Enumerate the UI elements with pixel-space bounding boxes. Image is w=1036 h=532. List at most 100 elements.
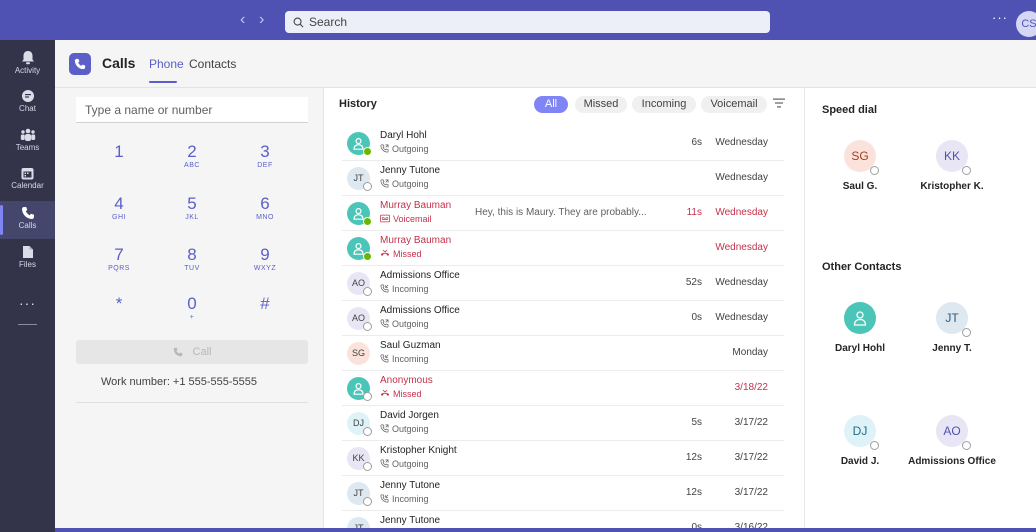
history-row[interactable]: JT Jenny Tutone Incoming 12s 3/17/22: [342, 476, 784, 511]
call-type: Outgoing: [380, 319, 429, 330]
filter-all[interactable]: All: [534, 96, 568, 113]
avatar-initials: SG: [851, 149, 869, 163]
offline-status-icon: [363, 427, 372, 436]
avatar-initials: KK: [943, 149, 960, 163]
history-row[interactable]: JT Jenny Tutone Outgoing Wednesday: [342, 161, 784, 196]
rail-label: Chat: [19, 104, 36, 113]
key-digit: *: [115, 294, 123, 313]
call-type-label: Outgoing: [392, 144, 429, 154]
offline-status-icon: [363, 497, 372, 506]
filter-voicemail[interactable]: Voicemail: [701, 96, 767, 113]
other-contact[interactable]: AO Admissions Office: [897, 415, 1007, 467]
rail-item-teams[interactable]: Teams: [0, 123, 55, 161]
call-date: Wednesday: [715, 277, 768, 288]
rail-item-files[interactable]: Files: [0, 240, 55, 278]
call-duration: 6s: [691, 137, 702, 148]
dial-number-input[interactable]: Type a name or number: [76, 97, 308, 123]
dial-key-7[interactable]: 7 PQRS: [99, 245, 139, 272]
filter-icon[interactable]: [773, 98, 785, 108]
phone-icon: [21, 207, 34, 219]
contact-avatar: KK: [936, 140, 971, 175]
call-type: Outgoing: [380, 424, 429, 435]
more-options-icon[interactable]: ···: [992, 10, 1008, 25]
key-digit: 0: [187, 294, 197, 313]
offline-status-icon: [363, 462, 372, 471]
call-type: Incoming: [380, 354, 429, 365]
call-type-label: Outgoing: [392, 319, 429, 329]
offline-status-icon: [363, 287, 372, 296]
contact-avatar: JT: [936, 302, 971, 337]
key-letters: DEF: [257, 162, 273, 169]
dial-key-5[interactable]: 5 JKL: [172, 194, 212, 221]
outgoing-call-icon: [380, 424, 389, 435]
filter-missed[interactable]: Missed: [575, 96, 627, 113]
rail-item-chat[interactable]: Chat: [0, 84, 55, 122]
call-duration: 52s: [685, 277, 702, 288]
title-bar: ‹ › Search ··· CS: [0, 0, 1036, 40]
history-row[interactable]: KK Kristopher Knight Outgoing 12s 3/17/22: [342, 441, 784, 476]
history-row[interactable]: Anonymous Missed 3/18/22: [342, 371, 784, 406]
user-avatar[interactable]: CS: [1016, 11, 1036, 37]
key-letters: ABC: [184, 162, 200, 169]
calls-header: Calls Phone Contacts: [55, 40, 1036, 88]
dial-key-star[interactable]: *: [99, 294, 139, 314]
history-row[interactable]: Daryl Hohl Outgoing 6s Wednesday: [342, 126, 784, 161]
dial-key-9[interactable]: 9 WXYZ: [245, 245, 285, 272]
dial-key-8[interactable]: 8 TUV: [172, 245, 212, 272]
filter-incoming[interactable]: Incoming: [632, 96, 696, 113]
back-arrow-icon[interactable]: ‹: [240, 10, 245, 30]
active-tab-indicator: [149, 81, 177, 83]
rail-item-calendar[interactable]: Calendar: [0, 162, 55, 200]
key-letters: +: [189, 314, 195, 321]
dial-key-hash[interactable]: #: [245, 294, 285, 314]
call-duration: 0s: [691, 312, 702, 323]
history-row[interactable]: AO Admissions Office Incoming 52s Wednesday: [342, 266, 784, 301]
rail-label: Calendar: [11, 181, 44, 190]
rail-label: Calls: [18, 221, 37, 230]
speed-dial-contact[interactable]: KK Kristopher K.: [897, 140, 1007, 192]
outgoing-call-icon: [380, 319, 389, 330]
dial-key-6[interactable]: 6 MNO: [245, 194, 285, 221]
dial-key-4[interactable]: 4 GHI: [99, 194, 139, 221]
call-history-panel: History All Missed Incoming Voicemail Da…: [325, 88, 803, 532]
incoming-call-icon: [380, 354, 389, 365]
tab-phone[interactable]: Phone: [149, 57, 184, 71]
dial-key-0[interactable]: 0 +: [172, 294, 212, 321]
offline-status-icon: [870, 166, 879, 175]
page-title: Calls: [102, 55, 136, 71]
dial-key-1[interactable]: 1: [99, 142, 139, 162]
rail-label: Files: [19, 260, 36, 269]
key-digit: 7: [114, 245, 124, 264]
forward-arrow-icon[interactable]: ›: [259, 10, 264, 30]
call-type-label: Missed: [393, 249, 422, 259]
offline-status-icon: [870, 441, 879, 450]
key-digit: #: [260, 294, 270, 313]
history-row[interactable]: DJ David Jorgen Outgoing 5s 3/17/22: [342, 406, 784, 441]
voicemail-preview: Hey, this is Maury. They are probably...: [475, 207, 647, 218]
window-frame-bottom: [55, 528, 1036, 532]
call-date: 3/18/22: [734, 382, 768, 393]
history-row[interactable]: Murray Bauman Voicemail Hey, this is Maury…: [342, 196, 784, 231]
tab-contacts[interactable]: Contacts: [189, 57, 236, 71]
history-row[interactable]: AO Admissions Office Outgoing 0s Wednesday: [342, 301, 784, 336]
search-input[interactable]: Search: [285, 11, 770, 33]
history-row[interactable]: Murray Bauman Missed Wednesday: [342, 231, 784, 266]
contact-avatar: SG: [347, 342, 370, 365]
caller-name: Admissions Office: [380, 270, 460, 281]
dial-key-3[interactable]: 3 DEF: [245, 142, 285, 169]
rail-item-activity[interactable]: Activity: [0, 45, 55, 83]
other-contact[interactable]: JT Jenny T.: [897, 302, 1007, 354]
history-row[interactable]: SG Saul Guzman Incoming Monday: [342, 336, 784, 371]
key-digit: 8: [187, 245, 197, 264]
call-date: Wednesday: [715, 312, 768, 323]
call-type-label: Incoming: [392, 494, 429, 504]
call-duration: 12s: [685, 452, 702, 463]
call-button[interactable]: Call: [76, 340, 308, 364]
caller-name: David Jorgen: [380, 410, 439, 421]
rail-item-calls[interactable]: Calls: [0, 201, 55, 239]
voicemail-icon: [380, 214, 390, 225]
more-apps-icon[interactable]: ···: [0, 295, 55, 311]
dial-pad-panel: Type a name or number 1 2 ABC 3 DEF 4 GHI 5…: [55, 88, 324, 532]
key-digit: 9: [260, 245, 270, 264]
dial-key-2[interactable]: 2 ABC: [172, 142, 212, 169]
